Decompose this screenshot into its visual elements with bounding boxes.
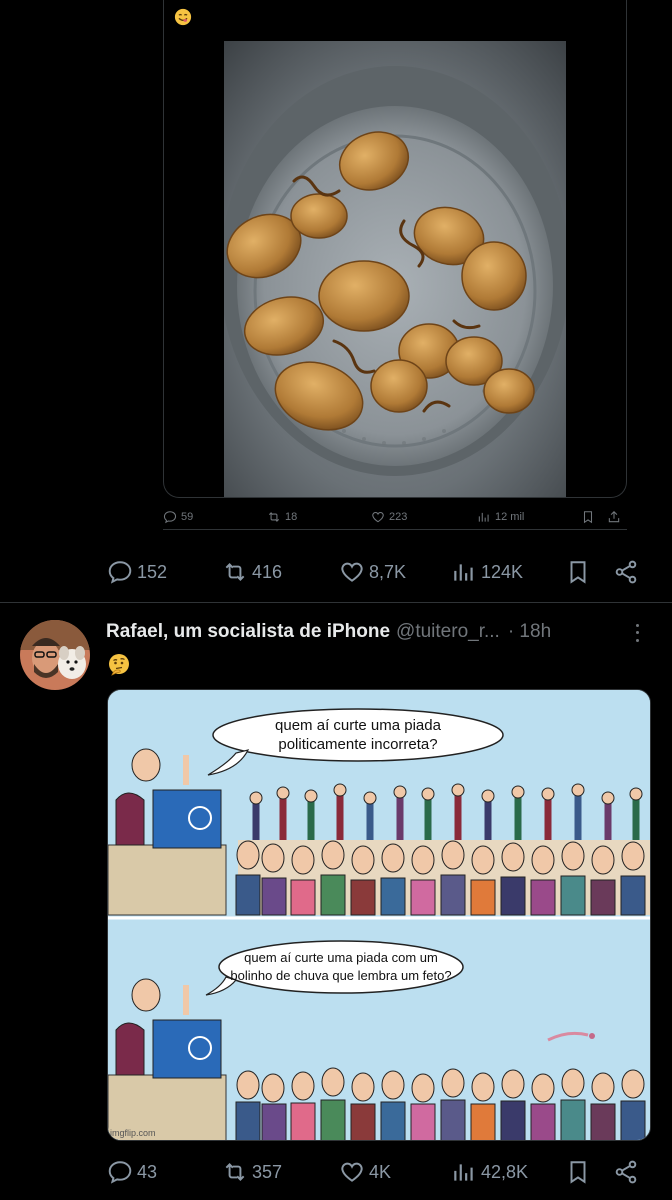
repost-icon (268, 512, 280, 522)
fritters-in-strainer-image (224, 41, 566, 497)
reply-icon (108, 1161, 132, 1184)
quoted-reply-button[interactable]: 59 (163, 510, 193, 524)
quoted-tweet-photo[interactable] (224, 41, 566, 497)
tweet-divider (0, 602, 672, 603)
bookmark-icon (570, 1161, 586, 1184)
share-button[interactable] (613, 559, 639, 585)
meme-panel2-line2: bolinho de chuva que lembra um feto? (230, 968, 451, 983)
second-repost-button[interactable]: 357 (222, 1159, 282, 1185)
heart-icon (372, 512, 384, 523)
bookmark-button[interactable] (565, 559, 591, 585)
meme-comic: quem aí curte uma piada politicamente in… (108, 690, 650, 1140)
quoted-like-button[interactable]: 223 (371, 510, 407, 524)
meme-image[interactable]: quem aí curte uma piada politicamente in… (107, 689, 651, 1141)
share-icon (608, 511, 620, 523)
tweet-timestamp[interactable]: · 18h (508, 621, 551, 643)
meme-panel2-line1: quem aí curte uma piada com um (244, 950, 438, 965)
second-reply-count: 43 (137, 1161, 158, 1182)
second-like-count: 4K (369, 1161, 392, 1182)
views-button[interactable]: 124K (451, 559, 523, 585)
second-like-button[interactable]: 4K (339, 1159, 391, 1185)
share-nodes-icon (615, 1160, 637, 1184)
views-count: 124K (481, 561, 524, 582)
quoted-tweet-card[interactable] (163, 0, 627, 498)
second-share-button[interactable] (613, 1159, 639, 1185)
quoted-bookmark-button[interactable] (581, 510, 595, 524)
quoted-reply-count: 59 (181, 511, 194, 523)
meme-panel1-line1: quem aí curte uma piada (275, 717, 442, 734)
repost-button[interactable]: 416 (222, 559, 282, 585)
quoted-views-count: 12 mil (495, 511, 525, 523)
author-avatar[interactable] (20, 620, 90, 690)
reply-count: 152 (137, 561, 168, 582)
views-chart-icon (454, 564, 473, 581)
second-views-button[interactable]: 42,8K (451, 1159, 528, 1185)
author-name[interactable]: Rafael, um socialista de iPhone (106, 621, 390, 643)
repost-count: 416 (252, 561, 283, 582)
avatar-image (20, 620, 90, 690)
second-views-count: 42,8K (481, 1161, 529, 1182)
heart-icon (341, 1162, 363, 1182)
reply-icon (108, 561, 132, 584)
quoted-views-button[interactable]: 12 mil (477, 510, 524, 524)
author-handle[interactable]: @tuitero_r... (396, 621, 500, 643)
second-bookmark-button[interactable] (565, 1159, 591, 1185)
bookmark-icon (570, 561, 586, 584)
tweet-header: Rafael, um socialista de iPhone @tuitero… (106, 621, 626, 647)
like-count: 8,7K (369, 561, 407, 582)
second-reply-button[interactable]: 43 (107, 1159, 157, 1185)
reply-icon (163, 511, 177, 524)
bookmark-icon (583, 511, 593, 524)
second-repost-count: 357 (252, 1161, 283, 1182)
more-options-icon[interactable] (630, 622, 644, 644)
quoted-tweet-action-bar: 59 18 223 12 mil (163, 508, 627, 530)
quoted-repost-button[interactable]: 18 (267, 510, 297, 524)
thinking-emoji-icon (109, 654, 129, 676)
share-nodes-icon (615, 560, 637, 584)
repost-icon (225, 1163, 245, 1181)
imgflip-watermark: imgflip.com (110, 1128, 156, 1138)
views-chart-icon (478, 512, 489, 522)
yum-emoji-icon (174, 8, 192, 26)
quoted-share-button[interactable] (607, 510, 621, 524)
meme-panel1-line2: politicamente incorreta? (278, 736, 437, 753)
reply-button[interactable]: 152 (107, 559, 167, 585)
quoted-like-count: 223 (389, 511, 408, 523)
like-button[interactable]: 8,7K (339, 559, 406, 585)
repost-icon (225, 563, 245, 581)
quoted-repost-count: 18 (285, 511, 298, 523)
heart-icon (341, 562, 363, 582)
views-chart-icon (454, 1164, 473, 1181)
